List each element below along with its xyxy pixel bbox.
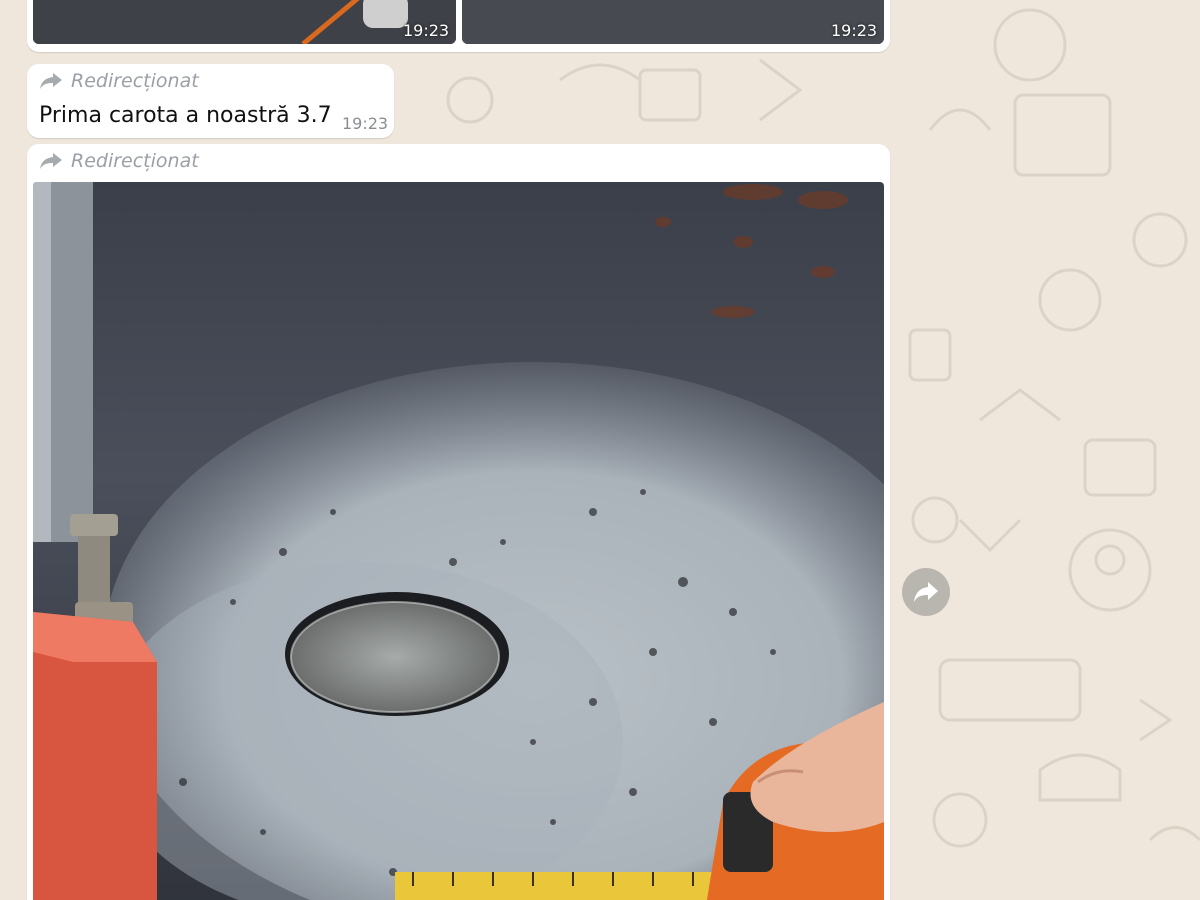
forward-button[interactable]	[902, 568, 950, 616]
album-right-time: 19:23	[831, 21, 878, 40]
forwarded-label: Redirecționat	[71, 70, 199, 92]
album-left-time: 19:23	[403, 21, 450, 40]
forwarded-label-photo: Redirecționat	[71, 150, 199, 172]
forward-arrow-icon	[40, 73, 62, 89]
message-photo[interactable]	[33, 182, 884, 900]
forwarded-indicator-photo: Redirecționat	[39, 150, 199, 172]
message-text: Prima carota a noastră 3.7	[39, 103, 332, 128]
text-message-bubble[interactable]: Redirecționat Prima carota a noastră 3.7…	[27, 64, 394, 138]
message-time: 19:23	[342, 114, 389, 133]
forwarded-indicator: Redirecționat	[39, 70, 199, 92]
share-forward-icon	[914, 582, 938, 602]
photo-message-bubble: Redirecționat	[27, 144, 890, 900]
forward-arrow-icon	[40, 153, 62, 169]
chat-background: 19:23 19:23 Redirecționat Prima carota a…	[0, 0, 1200, 900]
album-message-bubble: 19:23 19:23	[27, 0, 890, 52]
album-photo-right-image	[462, 0, 884, 44]
album-photo-left[interactable]: 19:23	[33, 0, 456, 44]
core-drill-hole-photo	[33, 182, 884, 900]
album-photo-left-image	[33, 0, 456, 44]
album-photo-right[interactable]: 19:23	[462, 0, 884, 44]
